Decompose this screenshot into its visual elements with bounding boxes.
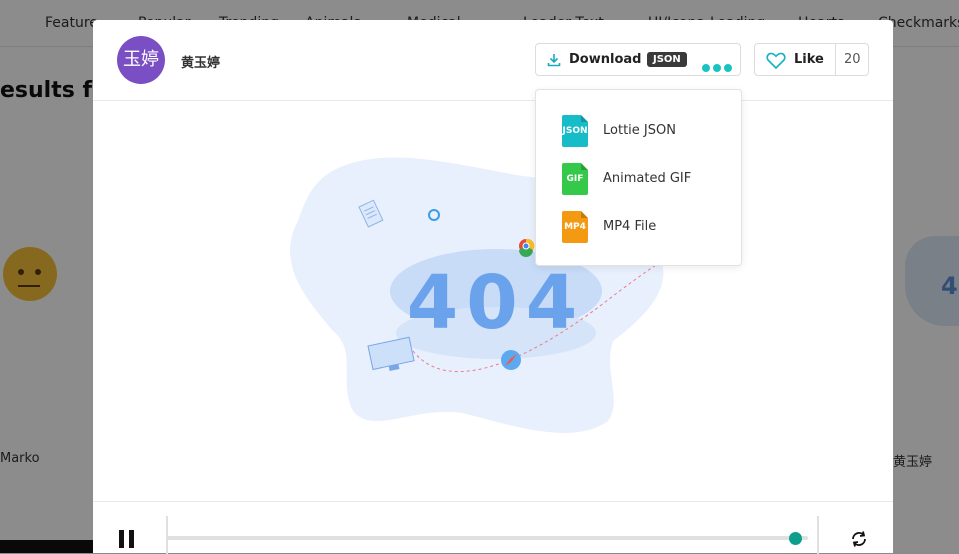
like-button[interactable]: Like 20 xyxy=(754,43,869,76)
dropdown-item-animated-gif[interactable]: GIF Animated GIF xyxy=(536,163,741,211)
three-dots-icon[interactable] xyxy=(702,57,735,76)
animation-preview-modal: 玉婷 黄玉婷 Download JSON Like 20 404 JSON Lo… xyxy=(93,20,893,554)
progress-track[interactable] xyxy=(166,536,808,540)
like-count: 20 xyxy=(844,52,861,67)
error-code: 404 xyxy=(407,260,585,346)
segment-end-handle[interactable] xyxy=(817,516,819,554)
progress-knob[interactable] xyxy=(788,532,802,545)
download-format-dropdown: JSON Lottie JSON GIF Animated GIF MP4 MP… xyxy=(535,89,742,266)
gif-file-icon: GIF xyxy=(562,163,588,195)
safari-compass-icon xyxy=(501,350,521,370)
player-controls xyxy=(93,501,893,554)
download-label: Download xyxy=(569,52,642,67)
dropdown-item-mp4-file[interactable]: MP4 MP4 File xyxy=(536,211,741,259)
loop-icon[interactable] xyxy=(850,530,868,548)
404-illustration: 404 xyxy=(290,157,679,433)
like-label: Like xyxy=(794,52,824,67)
segment-start-handle[interactable] xyxy=(166,516,168,554)
dropdown-item-label: Lottie JSON xyxy=(603,123,676,138)
dropdown-item-lottie-json[interactable]: JSON Lottie JSON xyxy=(536,115,741,163)
like-divider xyxy=(835,44,836,75)
download-icon xyxy=(547,54,561,67)
animation-preview: 404 xyxy=(93,101,893,501)
json-file-icon: JSON xyxy=(562,115,588,147)
author-name[interactable]: 黄玉婷 xyxy=(181,52,220,71)
dropdown-item-label: MP4 File xyxy=(603,219,657,234)
heart-icon xyxy=(766,52,786,69)
dropdown-item-label: Animated GIF xyxy=(603,171,692,186)
modal-header: 玉婷 黄玉婷 Download JSON Like 20 xyxy=(93,20,893,101)
pause-icon[interactable] xyxy=(118,530,136,548)
download-button[interactable]: Download JSON xyxy=(535,43,741,76)
avatar[interactable]: 玉婷 xyxy=(117,36,165,84)
format-badge: JSON xyxy=(647,52,687,67)
mp4-file-icon: MP4 xyxy=(562,211,588,243)
